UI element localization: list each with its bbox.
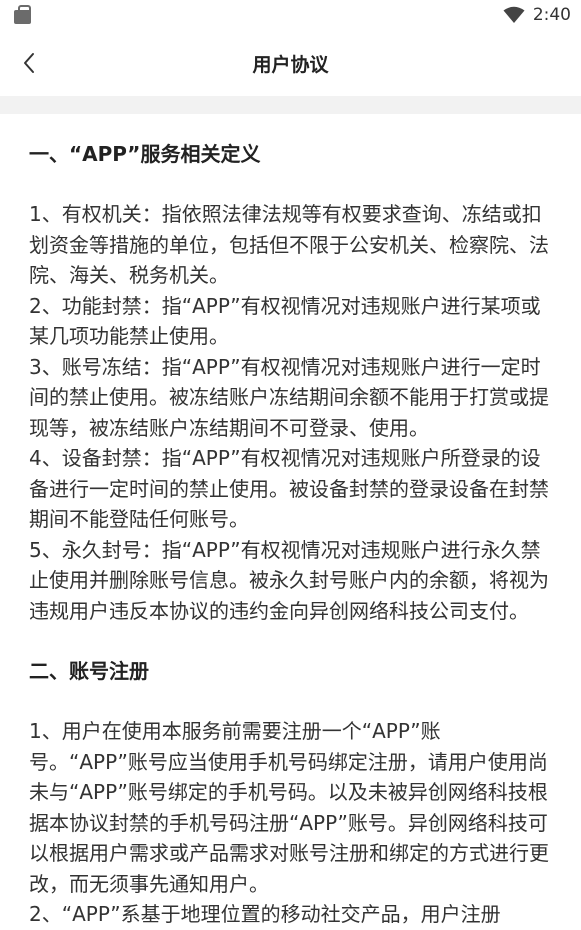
- header-divider: [0, 96, 581, 114]
- agreement-content[interactable]: 一、“APP”服务相关定义 1、有权机关：指依照法律法规等有权要求查询、冻结或扣…: [29, 114, 555, 930]
- nav-bar: 用户协议: [0, 32, 581, 96]
- status-left: [14, 5, 31, 24]
- section-title-definitions: 一、“APP”服务相关定义: [29, 142, 261, 166]
- section-title-registration: 二、账号注册: [29, 659, 149, 683]
- page-title: 用户协议: [252, 54, 329, 76]
- status-right: 2:40: [503, 5, 571, 25]
- status-time: 2:40: [532, 5, 571, 25]
- wifi-icon: [503, 6, 525, 23]
- section-body-registration: 1、用户在使用本服务前需要注册一个“APP”账号。“APP”账号应当使用手机号码…: [29, 719, 549, 926]
- shopping-bag-icon: [14, 5, 31, 24]
- status-bar: 2:40: [0, 0, 581, 32]
- section-body-definitions: 1、有权机关：指依照法律法规等有权要求查询、冻结或扣划资金等措施的单位，包括但不…: [29, 202, 549, 623]
